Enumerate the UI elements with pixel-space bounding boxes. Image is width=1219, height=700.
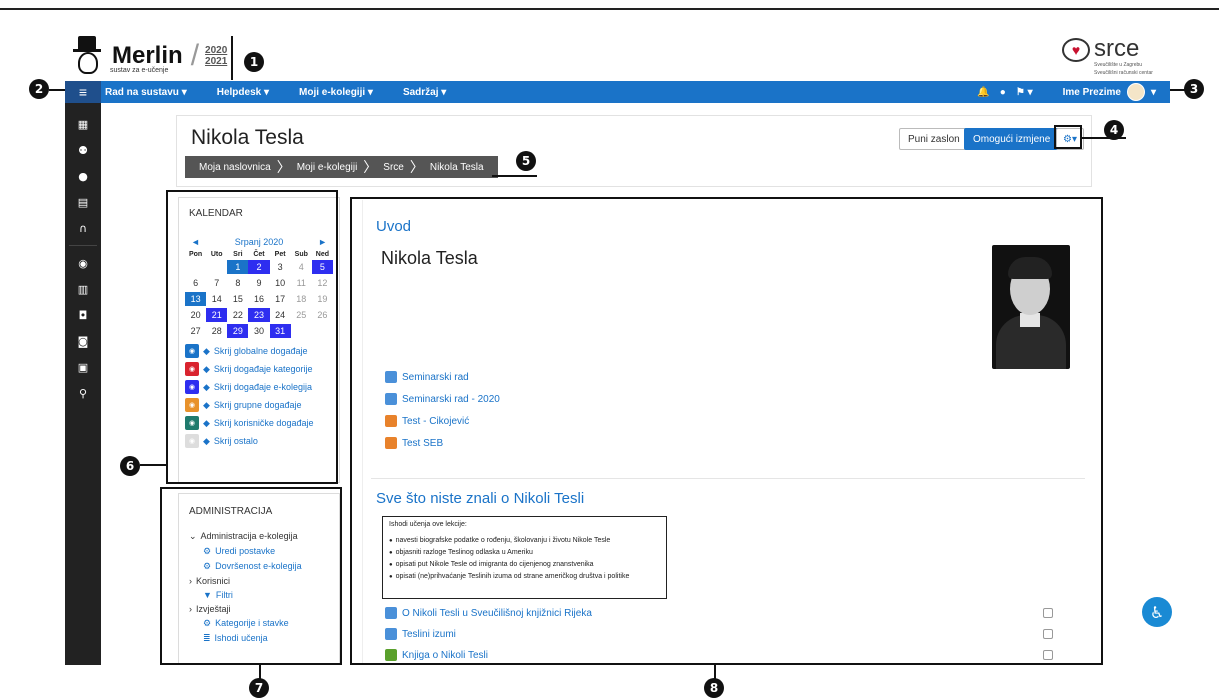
logo-year: 2020 2021	[205, 45, 228, 67]
logo-subtitle: sustav za e-učenje	[110, 67, 169, 74]
left-sidebar: ▦ ⚉ ● ▤ ∩ ◉ ▥ ◘ ◙ ▣ ⚲	[65, 103, 101, 665]
callout-4-outline	[1054, 125, 1082, 149]
nav-helpdesk[interactable]: Helpdesk ▾	[202, 87, 284, 98]
callout-2-line	[49, 89, 65, 91]
callout-3: 3	[1184, 79, 1204, 99]
bag-icon[interactable]: ◙	[65, 328, 101, 354]
callout-8-outline	[350, 197, 1103, 665]
grid-icon[interactable]: ▤	[65, 189, 101, 215]
chevron-down-icon: ▾	[1150, 86, 1156, 98]
bell-icon[interactable]: 🔔	[977, 87, 989, 98]
inbox-icon[interactable]: ◘	[65, 302, 101, 328]
users-icon[interactable]: ⚉	[65, 137, 101, 163]
sidebar-divider	[69, 245, 97, 246]
top-navbar: ≡ Rad na sustavu ▾ Helpdesk ▾ Moji e-kol…	[65, 81, 1170, 103]
breadcrumb: Moja naslovnica 〉 Moji e-kolegiji 〉 Srce…	[185, 156, 498, 178]
enable-editing-button[interactable]: Omogući izmjene	[964, 128, 1060, 150]
callout-5-line	[492, 175, 537, 177]
nav-sadrzaj[interactable]: Sadržaj ▾	[388, 87, 461, 98]
callout-4: 4	[1104, 120, 1124, 140]
dashboard-icon[interactable]: ▦	[65, 111, 101, 137]
callout-8: 8	[704, 678, 724, 698]
top-rule	[0, 8, 1219, 10]
gauge-icon[interactable]: ◉	[65, 250, 101, 276]
fullscreen-button[interactable]: Puni zaslon	[899, 128, 969, 150]
chevron-right-icon: 〉	[276, 159, 291, 175]
callout-5: 5	[516, 151, 536, 171]
breadcrumb-item[interactable]: Srce	[377, 162, 410, 173]
nav-moji-e-kolegiji[interactable]: Moji e-kolegiji ▾	[284, 87, 388, 98]
callout-1: 1	[244, 52, 264, 72]
menu-toggle-icon[interactable]: ≡	[65, 81, 101, 103]
avatar	[1126, 83, 1145, 101]
user-name: Ime Prezime	[1062, 86, 1121, 98]
callout-6-outline	[166, 190, 338, 484]
callout-6: 6	[120, 456, 140, 476]
calendar-icon[interactable]: ▥	[65, 276, 101, 302]
chevron-right-icon: 〉	[409, 159, 424, 175]
course-header: Nikola Tesla Moja naslovnica 〉 Moji e-ko…	[176, 115, 1092, 187]
archive-icon[interactable]: ▣	[65, 354, 101, 380]
callout-6-line	[140, 464, 166, 466]
logo-slash: /	[190, 39, 200, 72]
callout-2: 2	[29, 79, 49, 99]
logo-divider	[231, 36, 233, 80]
srce-logo: ♥ srce Sveučilište u Zagrebu Sveučilišni…	[1062, 35, 1153, 76]
breadcrumb-item[interactable]: Moja naslovnica	[193, 162, 277, 173]
heart-icon: ♥	[1062, 38, 1090, 62]
merlin-logo[interactable]: Merlin / 2020 2021 sustav za e-učenje	[70, 34, 227, 78]
callout-7-line	[259, 665, 261, 679]
nav-rad-na-sustavu[interactable]: Rad na sustavu ▾	[101, 87, 202, 98]
flag-icon[interactable]: ⚑ ▾	[1016, 87, 1033, 98]
circle-icon[interactable]: ●	[65, 163, 101, 189]
wizard-mascot-icon	[70, 36, 106, 76]
page-title: Nikola Tesla	[191, 126, 304, 149]
callout-7: 7	[249, 678, 269, 698]
chat-icon[interactable]: ●	[1000, 87, 1006, 98]
breadcrumb-item[interactable]: Nikola Tesla	[424, 162, 490, 173]
user-menu[interactable]: Ime Prezime ▾	[1063, 83, 1156, 101]
breadcrumb-item[interactable]: Moji e-kolegiji	[291, 162, 364, 173]
headset-icon[interactable]: ∩	[65, 215, 101, 241]
search-icon[interactable]: ⚲	[65, 380, 101, 406]
callout-7-outline	[160, 487, 342, 665]
accessibility-icon[interactable]: ♿	[1142, 597, 1172, 627]
chevron-right-icon: 〉	[363, 159, 378, 175]
srce-word: srce	[1094, 35, 1140, 62]
logo-text: Merlin	[112, 42, 183, 69]
callout-8-line	[714, 665, 716, 679]
